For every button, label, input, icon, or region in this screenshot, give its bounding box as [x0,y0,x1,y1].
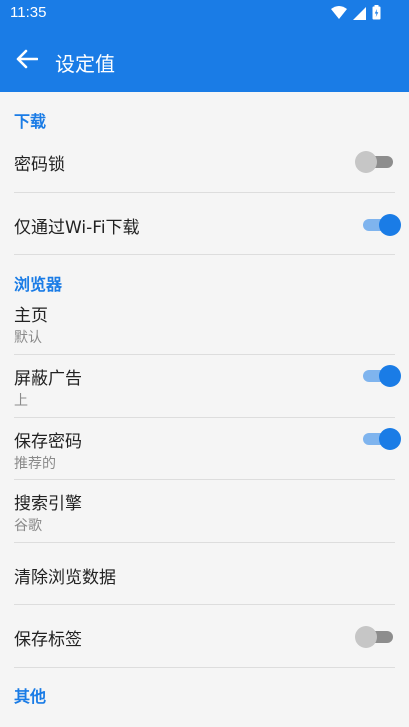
setting-title: 保存标签 [14,630,82,650]
divider [14,254,395,255]
setting-title: 搜索引擎 [14,494,82,514]
password-lock-toggle[interactable] [355,150,395,173]
toggle-thumb [355,151,377,173]
setting-row-clear-browsing-data[interactable]: 清除浏览数据 [0,543,409,605]
setting-subtitle: 上 [14,393,28,409]
status-time: 11:35 [10,4,47,21]
setting-subtitle: 谷歌 [14,518,42,534]
toggle-thumb [379,365,401,387]
signal-icon [353,5,366,24]
setting-row-password-lock[interactable]: 密码锁 [0,130,409,192]
setting-row-search-engine[interactable]: 搜索引擎 谷歌 [0,480,409,542]
setting-title: 仅通过Wi-Fi下载 [14,218,140,238]
save-tabs-toggle[interactable] [355,625,395,648]
back-button[interactable] [12,46,42,76]
setting-title: 保存密码 [14,432,82,452]
setting-row-homepage[interactable]: 主页 默认 [0,292,409,354]
block-ads-toggle[interactable] [361,364,401,387]
battery-icon [372,5,381,24]
setting-subtitle: 默认 [14,330,42,346]
wifi-only-download-toggle[interactable] [361,213,401,236]
setting-subtitle: 推荐的 [14,456,56,472]
setting-title: 密码锁 [14,155,65,175]
divider [14,667,395,668]
toggle-thumb [379,428,401,450]
arrow-left-icon [16,49,39,73]
status-bar: 11:35 [0,0,409,28]
setting-title: 清除浏览数据 [14,568,116,588]
wifi-icon [331,5,347,24]
bottom-edge [0,719,409,727]
setting-row-block-ads[interactable]: 屏蔽广告 上 [0,355,409,417]
setting-title: 屏蔽广告 [14,369,82,389]
page-title: 设定值 [55,52,115,76]
section-header-download: 下载 [14,112,47,131]
setting-row-wifi-only-download[interactable]: 仅通过Wi-Fi下载 [0,193,409,255]
setting-row-save-tabs[interactable]: 保存标签 [0,605,409,667]
setting-title: 主页 [14,306,48,326]
toggle-thumb [355,626,377,648]
save-passwords-toggle[interactable] [361,427,401,450]
app-bar: 设定值 [0,28,409,92]
section-header-other: 其他 [14,687,47,706]
setting-row-save-passwords[interactable]: 保存密码 推荐的 [0,418,409,480]
toggle-thumb [379,214,401,236]
status-icons [331,5,381,24]
